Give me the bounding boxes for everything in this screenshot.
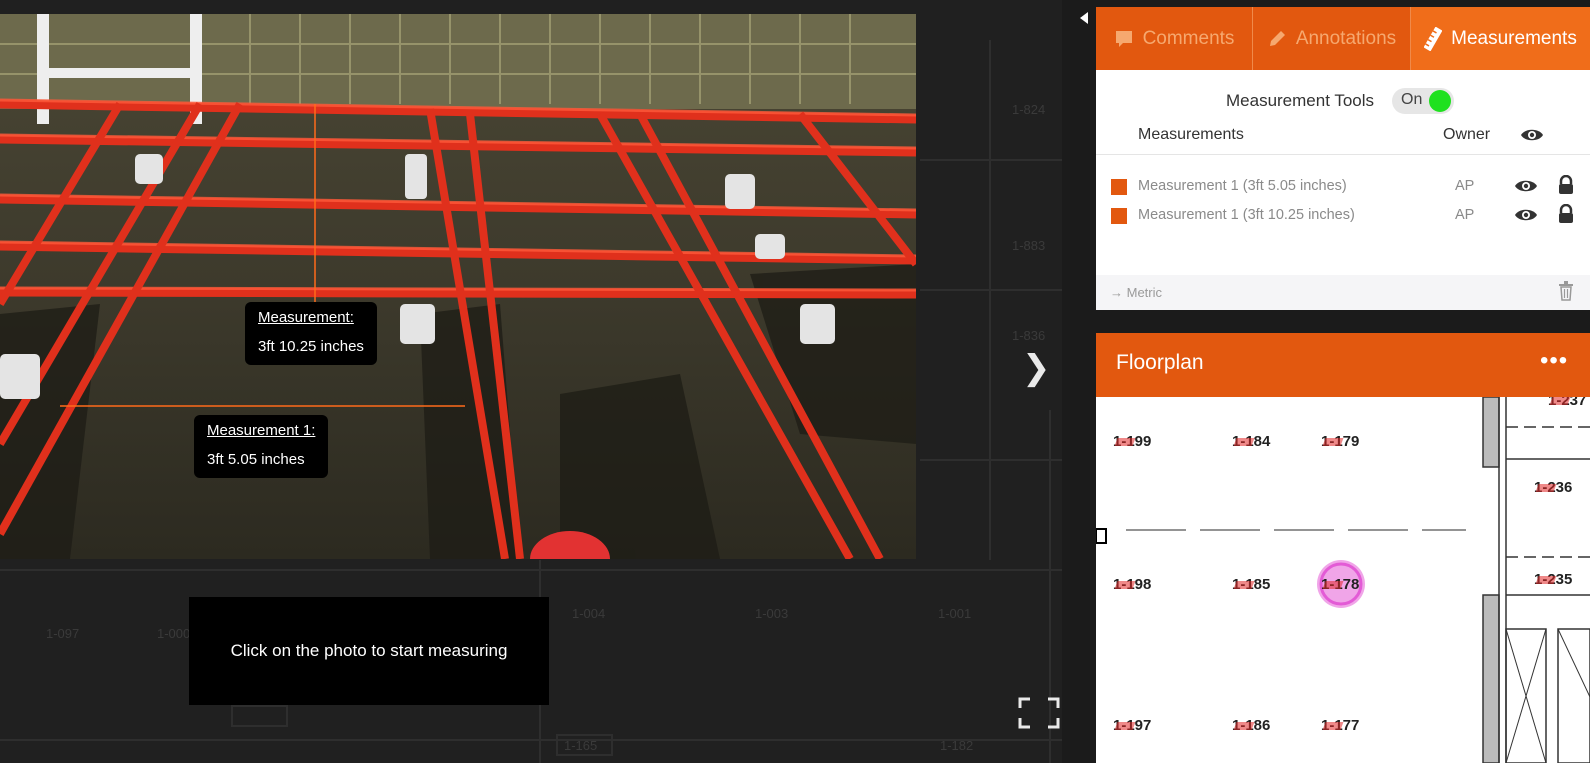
measurement-label-value: 3ft 5.05 inches [207,451,305,468]
measurement-label-title: Measurement: [258,309,354,326]
plan-label: 1-182 [940,738,973,753]
column-header-measurements: Measurements [1138,126,1244,143]
measurement-label[interactable]: Measurement: 3ft 10.25 inches [245,302,377,365]
measurement-name: Measurement 1 (3ft 5.05 inches) [1138,178,1347,194]
room-marker[interactable]: 1-199 [1113,433,1151,450]
measurement-label-value: 3ft 10.25 inches [258,338,364,355]
plan-label: 1-004 [572,606,605,621]
fullscreen-icon[interactable] [1018,697,1060,729]
measurement-name: Measurement 1 (3ft 10.25 inches) [1138,207,1355,223]
tab-label: Comments [1142,27,1235,49]
floorplan-title: Floorplan [1116,351,1204,374]
measurement-label-title: Measurement 1: [207,422,316,439]
room-marker[interactable]: 1-235 [1534,571,1572,588]
tab-annotations[interactable]: Annotations [1253,7,1411,70]
plan-label: 1-824 [1012,102,1045,117]
measurement-tools-row: Measurement Tools On [1226,86,1455,116]
collapse-panel-icon[interactable] [1080,12,1088,24]
room-marker[interactable]: 1-185 [1232,576,1270,593]
photo-viewer[interactable]: 1-824 1-883 1-836 1-097 1-000 1-004 1-00… [0,0,1062,763]
measurement-tools-toggle[interactable]: On [1392,88,1455,114]
tab-label: Annotations [1295,27,1397,49]
color-swatch [1111,179,1127,195]
comment-icon [1115,30,1132,47]
divider [1096,154,1590,155]
toggle-knob [1429,90,1452,112]
chevron-right-icon[interactable]: ❯ [1022,348,1051,388]
metric-toggle-link[interactable]: → Metric [1110,285,1162,300]
measurement-row[interactable]: Measurement 1 (3ft 10.25 inches) AP [1111,204,1581,229]
room-marker[interactable]: 1-237 [1548,397,1586,409]
tab-measurements[interactable]: Measurements [1411,7,1590,70]
measurement-row[interactable]: Measurement 1 (3ft 5.05 inches) AP [1111,175,1581,200]
right-panel: Comments Annotations Measurements Measur… [1096,7,1590,763]
room-marker[interactable]: 1-179 [1321,433,1359,450]
lock-icon[interactable] [1557,175,1575,195]
color-swatch [1111,208,1127,224]
room-marker[interactable]: 1-184 [1232,433,1270,450]
plan-label: 1-165 [564,738,597,753]
plan-label: 1-000 [157,626,190,641]
floorplan-map[interactable]: 1-199 1-184 1-179 1-236 1-198 1-185 1-17… [1096,397,1590,763]
more-options-icon[interactable]: ••• [1540,347,1568,375]
lock-icon[interactable] [1557,204,1575,224]
plan-label: 1-097 [46,626,79,641]
eye-icon[interactable] [1514,177,1538,195]
plan-label: 1-883 [1012,238,1045,253]
tab-bar: Comments Annotations Measurements [1096,7,1590,70]
site-photo-image [0,14,916,559]
measurement-owner: AP [1455,178,1475,194]
trash-icon[interactable] [1558,281,1574,301]
tab-label: Measurements [1451,27,1577,49]
room-marker[interactable]: 1-197 [1113,717,1151,734]
room-marker[interactable]: 1-198 [1113,576,1151,593]
measurements-panel: Measurement Tools On Measurements Owner … [1096,70,1590,310]
room-marker-selected[interactable]: 1-178 [1321,576,1359,593]
site-photo[interactable] [0,14,916,559]
eye-icon[interactable] [1514,206,1538,224]
measurement-label[interactable]: Measurement 1: 3ft 5.05 inches [194,415,329,478]
measurement-tools-label: Measurement Tools [1226,91,1375,110]
floorplan-header: Floorplan ••• [1096,333,1590,397]
plan-label: 1-001 [938,606,971,621]
room-marker[interactable]: 1-177 [1321,717,1359,734]
room-marker[interactable]: 1-236 [1534,479,1572,496]
measurements-footer: → Metric [1096,275,1590,310]
eye-icon[interactable] [1520,126,1544,144]
room-marker[interactable]: 1-186 [1232,717,1270,734]
column-header-owner: Owner [1443,126,1491,143]
toggle-label: On [1401,91,1423,108]
measurement-owner: AP [1455,207,1475,223]
tab-comments[interactable]: Comments [1096,7,1253,70]
plan-label: 1-003 [755,606,788,621]
ruler-icon [1424,26,1443,51]
plan-label: 1-836 [1012,328,1045,343]
pencil-icon [1269,30,1285,46]
measure-hint: Click on the photo to start measuring [189,597,549,705]
